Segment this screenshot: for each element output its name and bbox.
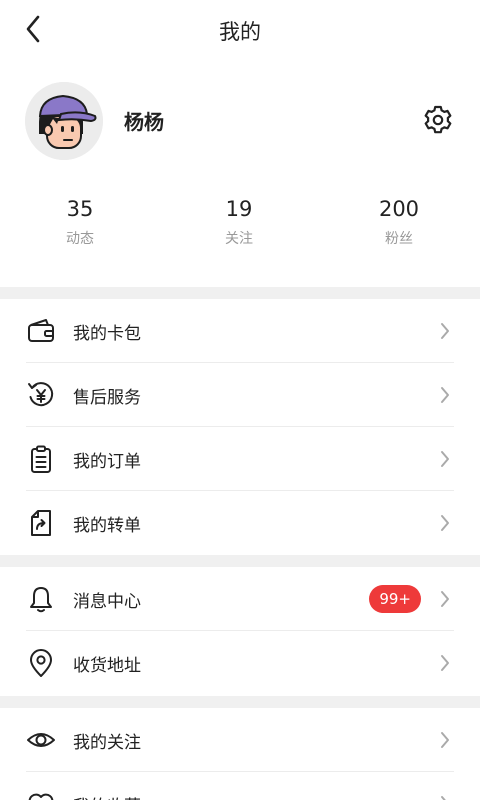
document-share-icon — [31, 510, 51, 536]
stat-following[interactable]: 19 关注 — [179, 196, 299, 248]
chevron-right-icon — [441, 591, 449, 607]
stat-posts-count: 35 — [66, 197, 94, 221]
section-divider — [0, 287, 480, 299]
top-bar: 我的 — [0, 0, 480, 60]
menu-item-after-sales[interactable]: 售后服务 — [26, 363, 454, 427]
gear-icon — [424, 105, 452, 134]
menu-label-orders: 我的订单 — [73, 452, 141, 472]
menu-item-messages[interactable]: 消息中心 99+ — [26, 567, 454, 631]
chevron-right-icon — [441, 515, 449, 531]
stat-posts-label: 动态 — [66, 231, 94, 247]
menu-item-favorites[interactable]: 我的收藏 — [26, 772, 454, 800]
menu-label-after-sales: 售后服务 — [73, 388, 141, 408]
chevron-right-icon — [441, 451, 449, 467]
stat-following-count: 19 — [225, 197, 253, 221]
clipboard-icon — [31, 445, 51, 473]
chevron-right-icon — [441, 387, 449, 403]
menu-item-transfer[interactable]: 我的转单 — [26, 491, 454, 555]
stat-fans-label: 粉丝 — [385, 231, 413, 247]
stats-row: 35 动态 19 关注 200 粉丝 — [0, 196, 480, 256]
avatar[interactable] — [25, 82, 103, 160]
stat-posts[interactable]: 35 动态 — [20, 196, 140, 248]
username: 杨杨 — [124, 110, 164, 134]
avatar-illustration — [25, 82, 103, 160]
menu-label-address: 收货地址 — [73, 656, 141, 676]
menu-label-transfer: 我的转单 — [73, 516, 141, 536]
section-divider — [0, 555, 480, 567]
menu-item-address[interactable]: 收货地址 — [26, 631, 454, 695]
chevron-right-icon — [441, 732, 449, 748]
stat-fans-count: 200 — [378, 197, 420, 221]
page-title: 我的 — [219, 20, 261, 44]
menu-label-favorites: 我的收藏 — [73, 792, 141, 800]
menu-item-wallet[interactable]: 我的卡包 — [26, 299, 454, 363]
chevron-right-icon — [441, 323, 449, 339]
wallet-icon — [28, 319, 54, 342]
profile-section: 杨杨 — [0, 80, 480, 162]
chevron-right-icon — [441, 655, 449, 671]
menu-label-follows: 我的关注 — [73, 733, 141, 753]
section-divider — [0, 696, 480, 708]
stat-fans[interactable]: 200 粉丝 — [339, 196, 459, 248]
menu-item-orders[interactable]: 我的订单 — [26, 427, 454, 491]
refund-yen-icon — [28, 382, 54, 407]
bell-icon — [30, 587, 52, 613]
chevron-right-icon — [441, 796, 446, 800]
settings-button[interactable] — [422, 104, 454, 136]
menu-label-wallet: 我的卡包 — [73, 324, 141, 344]
stat-following-label: 关注 — [225, 231, 253, 247]
location-pin-icon — [30, 649, 52, 677]
eye-icon — [27, 733, 55, 747]
menu-label-messages: 消息中心 — [73, 592, 141, 612]
unread-badge: 99+ — [369, 585, 421, 613]
menu-item-follows[interactable]: 我的关注 — [26, 708, 454, 772]
heart-icon — [28, 793, 54, 800]
